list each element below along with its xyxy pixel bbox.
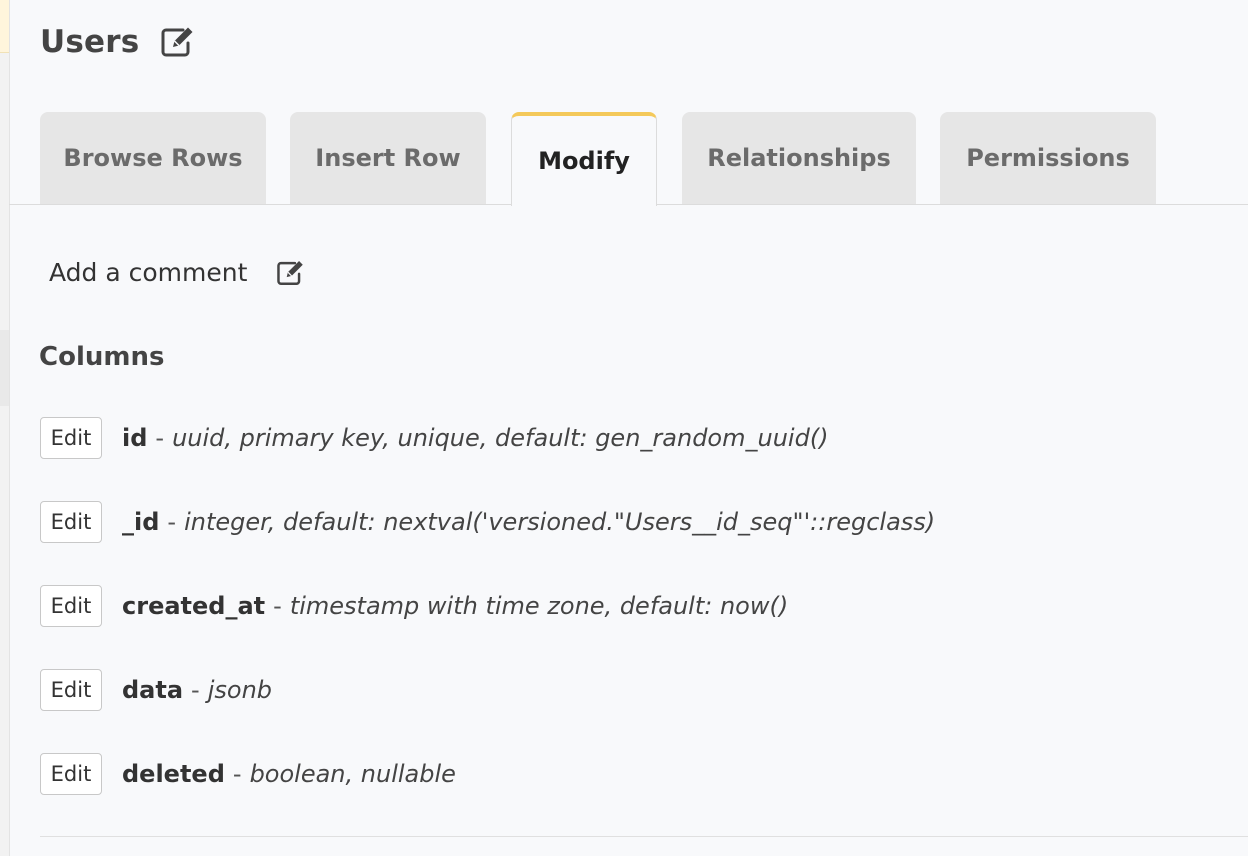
tab-browse-rows[interactable]: Browse Rows (40, 112, 266, 204)
edit-icon[interactable] (159, 25, 195, 59)
add-comment-label: Add a comment (49, 258, 248, 287)
column-name: data (122, 676, 184, 704)
column-type: jsonb (207, 676, 273, 704)
column-separator: - (155, 424, 165, 452)
column-type: integer, default: nextval('versioned."Us… (184, 508, 936, 536)
column-type: uuid, primary key, unique, default: gen_… (172, 424, 829, 452)
column-row-deleted: Edit deleted - boolean, nullable (40, 752, 935, 796)
tab-relationships[interactable]: Relationships (682, 112, 916, 204)
column-name: deleted (122, 760, 225, 788)
edit-column-button[interactable]: Edit (40, 501, 102, 543)
columns-list: Edit id - uuid, primary key, unique, def… (40, 416, 935, 836)
column-name: _id (122, 508, 160, 536)
column-separator: - (273, 592, 282, 620)
column-name: id (122, 424, 148, 452)
tab-permissions[interactable]: Permissions (940, 112, 1156, 204)
comment-row: Add a comment (49, 258, 305, 287)
column-row-id: Edit id - uuid, primary key, unique, def… (40, 416, 935, 460)
left-sidebar-edge (0, 0, 10, 856)
sidebar-selected-edge (0, 330, 9, 406)
column-separator: - (167, 508, 177, 536)
column-row-created-at: Edit created_at - timestamp with time zo… (40, 584, 935, 628)
edit-column-button[interactable]: Edit (40, 585, 102, 627)
column-type: timestamp with time zone, default: now() (289, 592, 789, 620)
page-header: Users (40, 24, 195, 60)
page-title: Users (40, 24, 140, 60)
sidebar-notice-edge (0, 0, 9, 53)
columns-heading: Columns (39, 342, 165, 372)
column-row-data: Edit data - jsonb (40, 668, 935, 712)
column-separator: - (191, 676, 200, 704)
edit-column-button[interactable]: Edit (40, 753, 102, 795)
column-separator: - (232, 760, 242, 788)
column-type: boolean, nullable (249, 760, 456, 788)
edit-column-button[interactable]: Edit (40, 417, 102, 459)
column-name: created_at (122, 592, 266, 620)
section-divider (40, 836, 1248, 837)
tab-insert-row[interactable]: Insert Row (290, 112, 486, 204)
column-row-_id: Edit _id - integer, default: nextval('ve… (40, 500, 935, 544)
tab-modify[interactable]: Modify (511, 112, 657, 206)
edit-icon[interactable] (275, 259, 305, 287)
edit-column-button[interactable]: Edit (40, 669, 102, 711)
